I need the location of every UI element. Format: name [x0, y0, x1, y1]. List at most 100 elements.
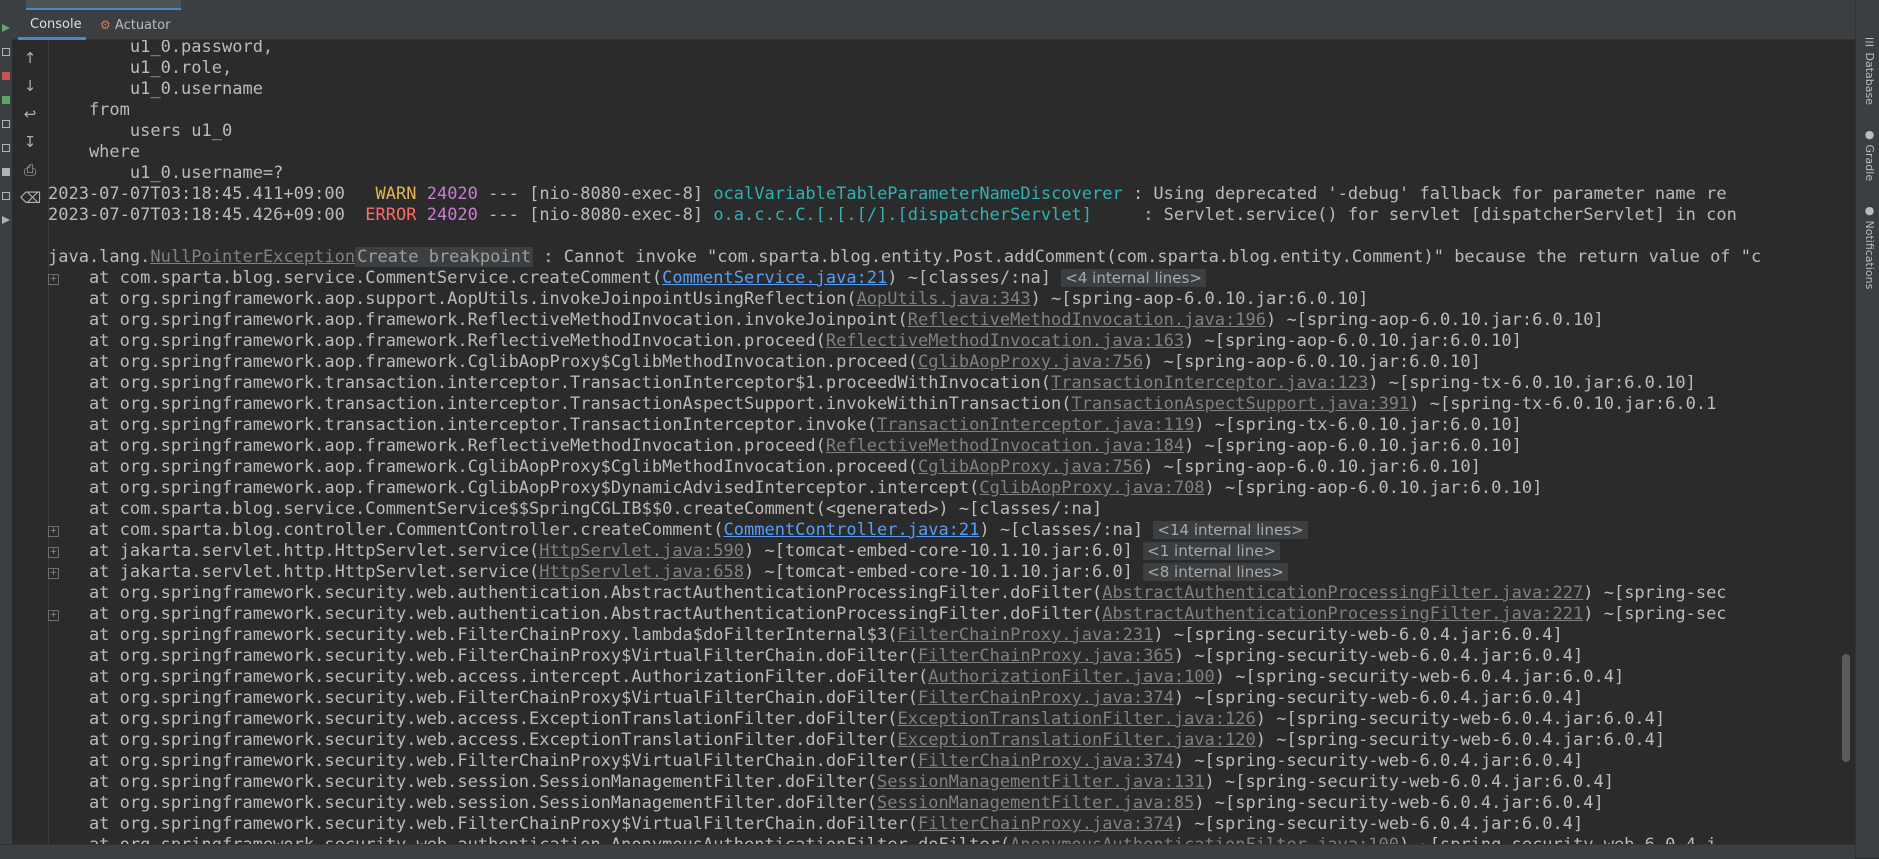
stack-frame-source-link[interactable]: TransactionInterceptor.java:119 [877, 415, 1194, 435]
stack-frame: at com.sparta.blog.service.CommentServic… [48, 268, 1206, 289]
sql-line: u1_0.username=? [48, 163, 284, 184]
trash-icon[interactable]: ⌫ [20, 188, 41, 208]
stack-frame-jar: ) ~[spring-security-web-6.0.4.j [1399, 835, 1716, 844]
stack-frame-source-link[interactable]: TransactionAspectSupport.java:391 [1072, 394, 1410, 414]
stack-frame-source-link[interactable]: CommentController.java:21 [724, 520, 980, 540]
log-thread: --- [nio-8080-exec-8] [477, 205, 714, 225]
soft-wrap-icon[interactable]: ↩ [20, 104, 40, 124]
stack-frame: at com.sparta.blog.service.CommentServic… [48, 499, 1102, 520]
sidebar-item-notifications[interactable]: ● Notifications [1860, 204, 1876, 289]
run-config-tab[interactable] [26, 0, 181, 10]
stack-frame-source-link[interactable]: FilterChainProxy.java:365 [918, 646, 1174, 666]
sidebar-item-gradle[interactable]: ● Gradle [1860, 128, 1876, 181]
stack-frame-source-link[interactable]: AbstractAuthenticationProcessingFilter.j… [1102, 583, 1583, 603]
fold-toggle-icon[interactable]: + [48, 526, 59, 537]
fold-toggle-icon[interactable]: + [48, 568, 59, 579]
stack-frame-source-link[interactable]: ExceptionTranslationFilter.java:120 [898, 730, 1256, 750]
stack-frame-source-link[interactable]: SessionManagementFilter.java:85 [877, 793, 1194, 813]
stack-frame-source-link[interactable]: CglibAopProxy.java:756 [918, 352, 1143, 372]
pin-icon[interactable] [2, 192, 10, 200]
stack-frame-source-link[interactable]: HttpServlet.java:658 [539, 562, 744, 582]
stack-frame-jar: ) ~[tomcat-embed-core-10.1.10.jar:6.0] [743, 541, 1144, 561]
stack-frame-source-link[interactable]: ReflectiveMethodInvocation.java:184 [826, 436, 1184, 456]
expand-icon[interactable] [2, 216, 10, 224]
stack-frame-source-link[interactable]: CglibAopProxy.java:708 [979, 478, 1204, 498]
debug-icon[interactable] [2, 48, 10, 56]
bell-icon: ● [1863, 204, 1876, 221]
stack-frame-source-link[interactable]: FilterChainProxy.java:231 [898, 625, 1154, 645]
tab-console[interactable]: Console [18, 10, 86, 40]
exception-class-link[interactable]: NullPointerException [150, 247, 355, 267]
stack-frame-source-link[interactable]: FilterChainProxy.java:374 [918, 814, 1174, 834]
stack-frame-jar: ) ~[spring-security-web-6.0.4.jar:6.0.4] [1173, 751, 1584, 771]
stop-icon[interactable] [2, 72, 10, 80]
stack-frame-source-link[interactable]: AnonymousAuthenticationFilter.java:100 [1010, 835, 1399, 844]
log-logger: ocalVariableTableParameterNameDiscoverer [713, 184, 1123, 204]
stack-frame-jar: ) ~[spring-aop-6.0.10.jar:6.0.10] [1143, 352, 1481, 372]
sql-text: u1_0.username [48, 79, 263, 99]
log-thread: --- [nio-8080-exec-8] [477, 184, 714, 204]
right-tool-strip: ☰ Database ● Gradle ● Notifications [1855, 0, 1879, 858]
rerun-icon[interactable] [2, 24, 10, 32]
scrollbar-thumb[interactable] [1842, 654, 1850, 762]
stack-frame-source-link[interactable]: SessionManagementFilter.java:131 [877, 772, 1205, 792]
vertical-scrollbar[interactable] [1841, 40, 1851, 840]
stack-frame-source-link[interactable]: AuthorizationFilter.java:100 [928, 667, 1215, 687]
stack-frame-jar: ) ~[spring-tx-6.0.10.jar:6.0.1 [1409, 394, 1717, 414]
stack-frame-jar: ) ~[spring-security-web-6.0.4.jar:6.0.4] [1194, 793, 1604, 813]
stack-frame-method: at org.springframework.aop.framework.Ref… [48, 331, 826, 351]
stack-frame-source-link[interactable]: ReflectiveMethodInvocation.java:163 [826, 331, 1184, 351]
stack-frame-method: at org.springframework.security.web.Filt… [48, 625, 898, 645]
stack-frame-source-link[interactable]: AopUtils.java:343 [857, 289, 1031, 309]
stack-frame-method: at org.springframework.security.web.Filt… [48, 688, 918, 708]
stack-frame-source-link[interactable]: ReflectiveMethodInvocation.java:196 [908, 310, 1266, 330]
stack-frame-source-link[interactable]: FilterChainProxy.java:374 [918, 751, 1174, 771]
stack-frame-method: at org.springframework.aop.framework.Ref… [48, 436, 826, 456]
stack-frame-jar: ) ~[spring-aop-6.0.10.jar:6.0.10] [1265, 310, 1604, 330]
sql-text: u1_0.username=? [48, 163, 284, 183]
stack-frame-source-link[interactable]: CommentService.java:21 [662, 268, 887, 288]
stack-frame-method: at org.springframework.security.web.auth… [48, 583, 1103, 603]
stack-frame: at org.springframework.security.web.Filt… [48, 688, 1583, 709]
exception-line: java.lang.NullPointerException Create bre… [48, 247, 1761, 268]
camera-icon[interactable] [2, 120, 10, 128]
arrow-down-icon[interactable]: ↓ [20, 76, 40, 96]
stack-frame-method: at org.springframework.transaction.inter… [48, 373, 1052, 393]
tab-actuator[interactable]: ⚙ Actuator [100, 10, 180, 40]
stack-frame-method: at org.springframework.security.web.sess… [48, 772, 878, 792]
log-pid: 24020 [426, 184, 478, 204]
print-icon[interactable]: ⎙ [20, 160, 40, 180]
sidebar-item-database[interactable]: ☰ Database [1860, 36, 1876, 105]
stack-frame-source-link[interactable]: TransactionInterceptor.java:123 [1051, 373, 1368, 393]
stack-frame-source-link[interactable]: CglibAopProxy.java:756 [918, 457, 1143, 477]
stack-frame-source-link[interactable]: FilterChainProxy.java:374 [918, 688, 1174, 708]
stack-frame-method: at org.springframework.aop.support.AopUt… [48, 289, 857, 309]
sql-text: users u1_0 [48, 121, 233, 141]
layout-icon[interactable] [2, 144, 10, 152]
sql-line: from [48, 100, 130, 121]
stack-frame-source-link[interactable]: AbstractAuthenticationProcessingFilter.j… [1102, 604, 1583, 624]
fold-toggle-icon[interactable]: + [48, 610, 59, 621]
stack-frame-jar: ) ~[spring-aop-6.0.10.jar:6.0.10] [1143, 457, 1481, 477]
stack-frame: at org.springframework.transaction.inter… [48, 415, 1522, 436]
stack-frame: at org.springframework.aop.framework.Ref… [48, 331, 1522, 352]
stack-frame-jar: ) ~[spring-security-web-6.0.4.jar:6.0.4] [1173, 646, 1584, 666]
stack-frame-jar: ) ~[spring-sec [1583, 604, 1727, 624]
scroll-to-end-icon[interactable]: ↧ [20, 132, 40, 152]
stack-frame-source-link[interactable]: HttpServlet.java:590 [539, 541, 744, 561]
stack-frame: at org.springframework.security.web.Filt… [48, 646, 1583, 667]
resume-icon[interactable] [2, 96, 10, 104]
run-actions-strip [0, 10, 12, 858]
title-bar [0, 0, 1879, 10]
stack-frame-source-link[interactable]: ExceptionTranslationFilter.java:126 [898, 709, 1256, 729]
console-output[interactable]: u1_0.password, u1_0.role, u1_0.username … [48, 40, 1855, 844]
stack-frame: at org.springframework.security.web.auth… [48, 604, 1727, 625]
settings-icon[interactable] [2, 168, 10, 176]
log-logger: o.a.c.c.C.[.[.[/].[dispatcherServlet] [713, 205, 1133, 225]
stack-frame-jar: ) ~[spring-security-web-6.0.4.jar:6.0.4] [1255, 730, 1666, 750]
fold-toggle-icon[interactable]: + [48, 547, 59, 558]
stack-frame: at org.springframework.security.web.sess… [48, 772, 1614, 793]
stack-frame-method: at org.springframework.security.web.Filt… [48, 751, 918, 771]
arrow-up-icon[interactable]: ↑ [20, 48, 40, 68]
fold-toggle-icon[interactable]: + [48, 274, 59, 285]
